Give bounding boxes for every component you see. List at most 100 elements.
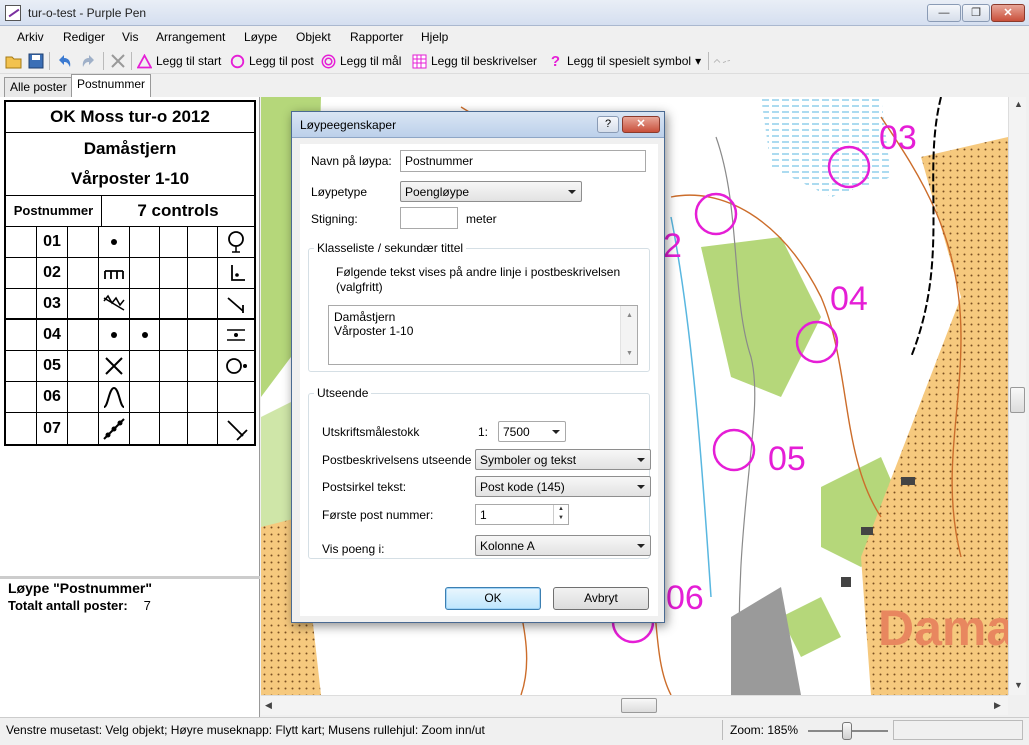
vertical-scroll-thumb[interactable] [1010,387,1025,413]
menu-vis[interactable]: Vis [122,30,138,44]
add-start-button[interactable]: Legg til start [137,52,221,70]
zigzag-symbol-icon [103,294,125,311]
toolbar-separator [49,52,50,70]
minimize-button[interactable]: — [927,4,961,22]
description-cell-e [130,227,160,257]
description-cell-a [6,289,37,318]
dialog-close-button[interactable]: ✕ [622,116,660,133]
tab-postnummer[interactable]: Postnummer [71,74,152,97]
description-cell-d [99,351,130,381]
horizontal-scroll-thumb[interactable] [621,698,657,713]
menu-arkiv[interactable]: Arkiv [17,30,44,44]
description-cell-a [6,413,37,444]
class-line: Vårposter 1-10 [6,164,254,196]
finish-double-circle-icon [321,54,336,68]
panel-splitter[interactable] [0,576,260,579]
line-tool-icon[interactable] [713,52,731,70]
scroll-left-arrow-icon[interactable]: ◀ [265,700,272,711]
maximize-button[interactable]: ❐ [962,4,990,22]
total-controls-value: 7 [143,598,151,613]
spinner-down-icon[interactable]: ▼ [554,514,568,523]
add-control-label: Legg til post [249,54,314,68]
control-row[interactable]: 06 [6,382,254,413]
description-cell-g [188,413,218,444]
control-row[interactable]: 03 [6,289,254,320]
control-row[interactable]: 05 [6,351,254,382]
save-icon[interactable] [27,52,45,70]
description-cell-a [6,258,37,288]
course-name-label: Navn på løypa: [311,154,392,168]
map-horizontal-scrollbar[interactable]: ◀ ▶ [261,695,1008,715]
description-cell-e [130,413,160,444]
cancel-button[interactable]: Avbryt [553,587,649,610]
course-tabs: Alle poster Postnummer [0,74,1029,97]
close-window-button[interactable]: ✕ [991,4,1025,22]
class-list-line-1: Damåstjern [334,310,396,324]
add-finish-button[interactable]: Legg til mål [321,52,401,70]
show-points-select[interactable]: Kolonne A [475,535,651,556]
delete-icon[interactable] [109,52,127,70]
scroll-down-arrow-icon[interactable]: ▼ [1014,680,1023,690]
first-number-spinner[interactable]: 1 ▲ ▼ [475,504,569,525]
dot-symbol-icon [111,239,117,245]
control-code: 05 [37,351,68,381]
event-title: OK Moss tur-o 2012 [6,102,254,133]
circle-text-select[interactable]: Post kode (145) [475,476,651,497]
menu-loype[interactable]: Løype [244,30,277,44]
add-finish-label: Legg til mål [340,54,402,68]
print-scale-label: Utskriftsmålestokk [322,425,420,439]
description-cell-d [99,227,130,257]
control-code: 04 [37,320,68,350]
purple-pen-app-icon [5,5,21,21]
menu-objekt[interactable]: Objekt [296,30,331,44]
menu-rediger[interactable]: Rediger [63,30,105,44]
control-row[interactable]: 04 [6,320,254,351]
menu-hjelp[interactable]: Hjelp [421,30,448,44]
description-cell-d [99,289,130,318]
scroll-right-arrow-icon[interactable]: ▶ [994,700,1001,711]
control-row[interactable]: 07 [6,413,254,444]
scroll-up-arrow-icon[interactable]: ▲ [1014,99,1023,109]
zoom-slider[interactable] [808,722,888,740]
control-description-sheet[interactable]: OK Moss tur-o 2012 Damåstjern Vårposter … [4,100,256,446]
control-row[interactable]: 02 [6,258,254,289]
description-kind-select[interactable]: Symboler og tekst [475,449,651,470]
undo-icon[interactable] [55,52,73,70]
ok-button[interactable]: OK [445,587,541,610]
textarea-scrollbar[interactable]: ▲ ▼ [620,306,637,364]
class-list-help-text: Følgende tekst vises på andre linje i po… [336,265,621,294]
description-cell-f [160,289,188,318]
map-vertical-scrollbar[interactable]: ▲ ▼ [1008,97,1026,695]
class-list-textarea[interactable]: Damåstjern Vårposter 1-10 ▲ ▼ [328,305,638,365]
menu-rapporter[interactable]: Rapporter [350,30,403,44]
description-cell-h [218,351,254,381]
description-cell-h [218,227,254,257]
control-row[interactable]: 01 [6,227,254,258]
description-cell-g [188,382,218,412]
redo-icon[interactable] [80,52,98,70]
cross-symbol-icon [105,357,123,375]
open-folder-icon[interactable] [5,52,23,70]
control-code: 02 [37,258,68,288]
course-name-input[interactable] [400,150,646,172]
add-control-button[interactable]: Legg til post [230,52,314,70]
dialog-help-button[interactable]: ? [597,116,619,133]
comb-symbol-icon [104,270,124,279]
dot-symbol-icon [111,332,117,338]
tab-alle-poster[interactable]: Alle poster [4,77,73,97]
climb-label: Stigning: [311,212,358,226]
print-scale-select[interactable]: 7500 [498,421,566,442]
description-cell-e [130,351,160,381]
menu-arrangement[interactable]: Arrangement [156,30,225,44]
add-special-symbol-button[interactable]: ? Legg til spesielt symbol ▾ [548,52,701,70]
map-building [861,527,873,535]
zoom-slider-thumb[interactable] [842,722,852,740]
slash-line-symbol-icon [227,296,244,313]
add-descriptions-button[interactable]: Legg til beskrivelser [412,52,537,70]
add-special-label: Legg til spesielt symbol [567,54,692,68]
spinner-up-icon[interactable]: ▲ [554,505,568,514]
map-building [901,477,915,485]
course-type-select[interactable]: Poengløype [400,181,582,202]
spinner-buttons[interactable]: ▲ ▼ [553,505,568,524]
climb-input[interactable] [400,207,458,229]
